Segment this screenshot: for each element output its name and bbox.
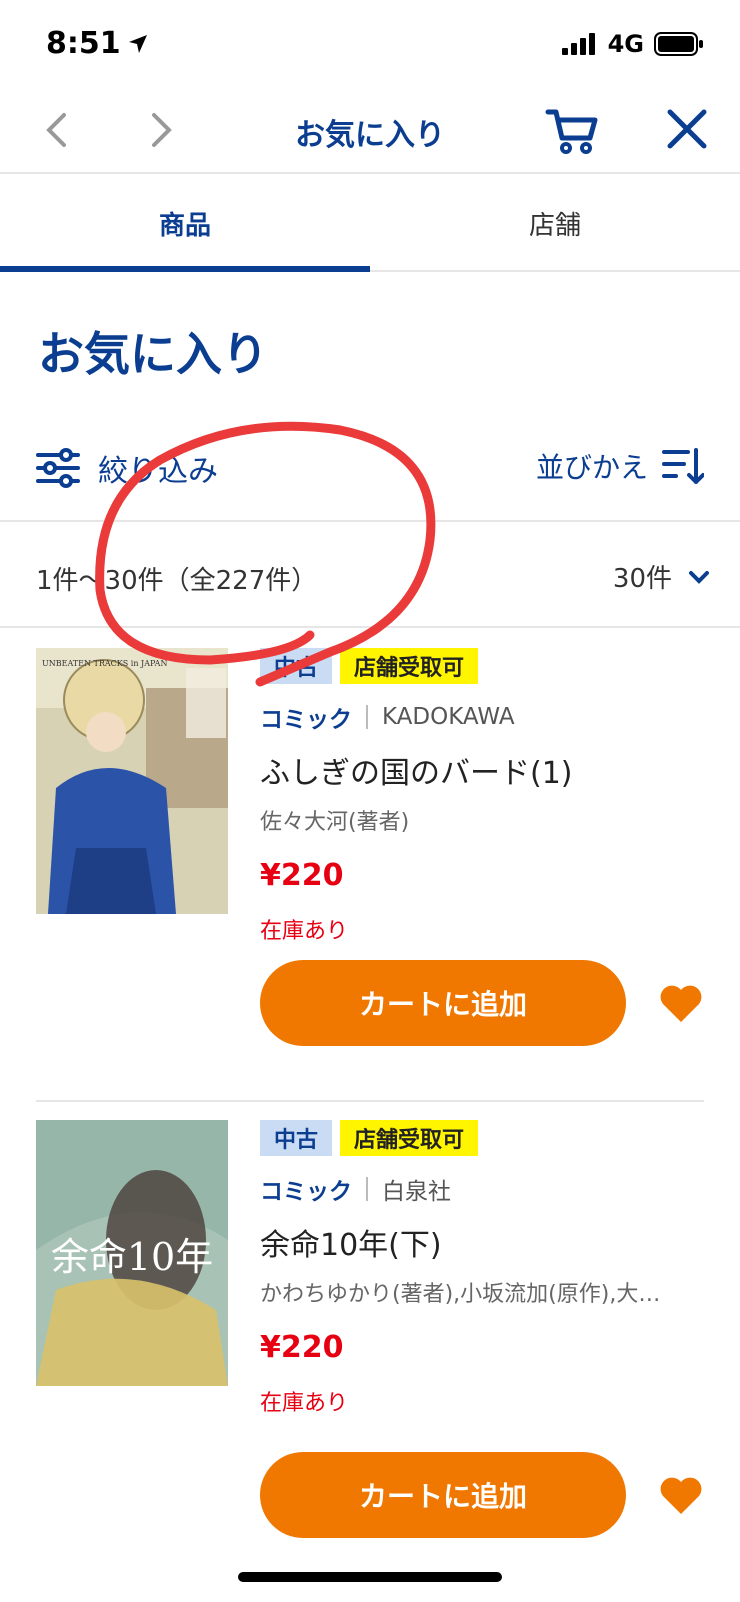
filter-sliders-icon [36,448,80,488]
condition-badge: 中古 [260,648,333,684]
sort-icon [662,448,704,484]
nav-title: お気に入り [295,118,445,153]
close-icon [667,109,707,149]
cart-button[interactable] [544,102,600,158]
home-indicator [238,1572,502,1582]
tab-bar: 商品 店舗 [0,176,740,272]
filter-button[interactable]: 絞り込み [36,446,218,490]
cover-text: 余命10年 [51,1235,213,1279]
tab-stores[interactable]: 店舗 [370,176,740,270]
favorite-heart-button[interactable] [658,1474,704,1516]
store-pickup-badge: 店舗受取可 [340,648,479,684]
filter-label: 絞り込み [98,454,218,489]
status-time-text: 8:51 [46,26,121,61]
per-page-select[interactable]: 30件 [613,558,710,595]
network-type: 4G [607,30,644,58]
product-publisher: 白泉社 [382,1179,451,1205]
filter-sort-bar: 絞り込み 並びかえ [0,430,740,522]
condition-badge: 中古 [260,1120,333,1156]
result-count-bar: 1件〜30件（全227件） 30件 [0,524,740,628]
favorite-heart-button[interactable] [658,982,704,1024]
cover-text: UNBEATEN TRACKS in JAPAN [42,659,167,668]
heart-icon [660,1477,702,1514]
add-to-cart-button[interactable]: カートに追加 [260,960,626,1046]
product-category[interactable]: コミック [260,1172,352,1206]
add-to-cart-button[interactable]: カートに追加 [260,1452,626,1538]
chevron-down-icon [689,570,709,584]
top-nav: お気に入り [0,90,740,174]
sort-button[interactable]: 並びかえ [536,446,704,486]
product-cover-image[interactable]: 余命10年 [36,1120,228,1386]
product-title[interactable]: ふしぎの国のバード(1) [260,748,704,792]
signal-icon [561,33,595,55]
product-author: 佐々大河(著者) [260,810,410,835]
meta-divider [366,1177,368,1201]
stock-status: 在庫あり [260,1391,349,1416]
sort-label: 並びかえ [535,451,648,484]
stock-status: 在庫あり [260,919,349,944]
cart-icon [545,109,598,154]
status-time: 8:51 [46,26,149,61]
per-page-value: 30件 [612,564,672,594]
product-author: かわちゆかり(著者),小坂流加(原作),大… [260,1282,661,1307]
result-count: 1件〜30件（全227件） [36,566,318,596]
product-publisher: KADOKAWA [382,704,515,730]
store-pickup-badge: 店舗受取可 [340,1120,479,1156]
meta-divider [366,705,368,729]
location-arrow-icon [128,34,147,53]
heart-icon [660,985,702,1022]
product-divider [36,1100,704,1102]
product-cover-image[interactable]: UNBEATEN TRACKS in JAPAN [36,648,228,914]
battery-icon [654,32,703,56]
product-category[interactable]: コミック [260,700,352,734]
close-button[interactable] [664,104,710,154]
product-title[interactable]: 余命10年(下) [260,1220,704,1264]
status-bar: 8:51 4G [0,0,740,90]
page-title: お気に入り [38,327,268,381]
product-price: ¥220 [260,858,344,893]
product-price: ¥220 [260,1330,344,1365]
tab-products[interactable]: 商品 [0,176,370,272]
